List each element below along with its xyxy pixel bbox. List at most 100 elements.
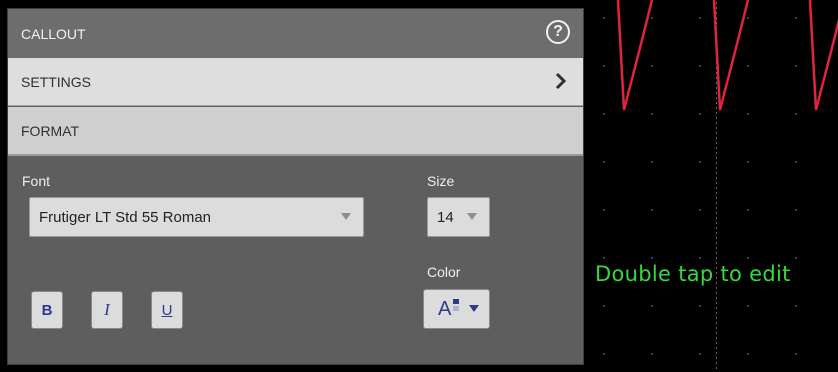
center-line-dot [716,172,717,174]
settings-label: SETTINGS [21,73,92,90]
font-label: Font [22,173,51,189]
size-dropdown[interactable]: 14 [427,197,490,237]
waveform-trace [616,0,838,111]
center-line-dot [716,342,717,344]
center-line-dot [716,97,717,99]
center-line-dot [716,132,717,134]
center-line-dot [716,7,717,9]
chevron-down-icon [469,305,479,312]
center-line-dot [716,192,717,194]
grid-dot [699,17,701,19]
center-line-dot [716,347,717,349]
chevron-down-icon [341,213,351,220]
grid-dot [603,17,605,19]
size-label: Size [427,173,455,189]
chevron-right-icon [555,72,567,90]
font-dropdown[interactable]: Frutiger LT Std 55 Roman [29,197,364,237]
center-line-dot [716,297,717,299]
callout-panel: CALLOUT ? SETTINGS FORMAT Font Frutiger … [7,8,584,365]
grid-dot [795,353,797,355]
grid-dot [651,17,653,19]
font-value: Frutiger LT Std 55 Roman [39,208,212,226]
grid-dot [795,305,797,307]
center-line-dot [716,322,717,324]
grid-dot [747,305,749,307]
color-label: Color [427,264,461,280]
grid-dot [699,353,701,355]
center-line-dot [716,247,717,249]
center-line-dot [716,227,717,229]
callout-text[interactable]: Double tap to edit [595,262,791,286]
center-line-dot [716,312,717,314]
chevron-down-icon [467,213,477,220]
center-line-dot [716,252,717,254]
grid-dot [651,113,653,115]
center-line-dot [716,307,717,309]
center-line-dot [716,107,717,109]
center-line-dot [716,317,717,319]
format-section-header[interactable]: FORMAT [8,107,583,156]
grid-dot [747,17,749,19]
bold-button[interactable]: B [31,291,63,329]
center-line-dot [716,327,717,329]
waveform-spike [616,0,654,111]
grid-dot [747,257,749,259]
underline-button[interactable]: U [151,291,183,329]
callout-header: CALLOUT ? [8,9,583,58]
grid-dot [699,161,701,163]
center-line-dot [716,357,717,359]
grid-dot [747,113,749,115]
grid-dot [603,305,605,307]
center-line-dot [716,197,717,199]
center-line-dot [716,202,717,204]
grid-dot [747,161,749,163]
grid-dot [699,209,701,211]
center-line-dot [716,222,717,224]
grid-dot [603,65,605,67]
size-value: 14 [437,208,454,226]
center-line-dot [716,92,717,94]
grid-dot [699,305,701,307]
color-swatch-icon [453,299,459,311]
grid-dot [795,113,797,115]
waveform-spike [808,0,838,111]
color-picker-button[interactable]: A [423,289,490,329]
center-line-dot [716,287,717,289]
center-line-dot [716,217,717,219]
grid-dot [699,257,701,259]
center-line-dot [716,212,717,214]
grid-dot [603,353,605,355]
center-line-dot [716,162,717,164]
grid-dot [747,65,749,67]
center-line-dot [716,332,717,334]
center-line-dot [716,122,717,124]
grid-dot [699,113,701,115]
center-line-dot [716,127,717,129]
grid-dot [603,161,605,163]
center-line-dot [716,367,717,369]
center-line-dot [716,232,717,234]
center-line-dot [716,242,717,244]
grid-dot [651,257,653,259]
grid-dot [651,305,653,307]
grid-dot [747,209,749,211]
center-line-dot [716,117,717,119]
center-line-dot [716,12,717,14]
grid-dot [603,113,605,115]
text-color-glyph: A [438,298,452,320]
grid-dot [747,353,749,355]
grid-dot [651,65,653,67]
center-line-dot [716,207,717,209]
center-line-dot [716,302,717,304]
center-line-dot [716,237,717,239]
grid-dot [795,209,797,211]
panel-title: CALLOUT [21,25,86,42]
center-line-dot [716,187,717,189]
help-icon[interactable]: ? [546,20,570,44]
center-line-dot [716,157,717,159]
center-line-dot [716,137,717,139]
italic-button[interactable]: I [91,291,123,329]
grid-dot [795,65,797,67]
settings-section-header[interactable]: SETTINGS [8,58,583,106]
center-line-dot [716,292,717,294]
